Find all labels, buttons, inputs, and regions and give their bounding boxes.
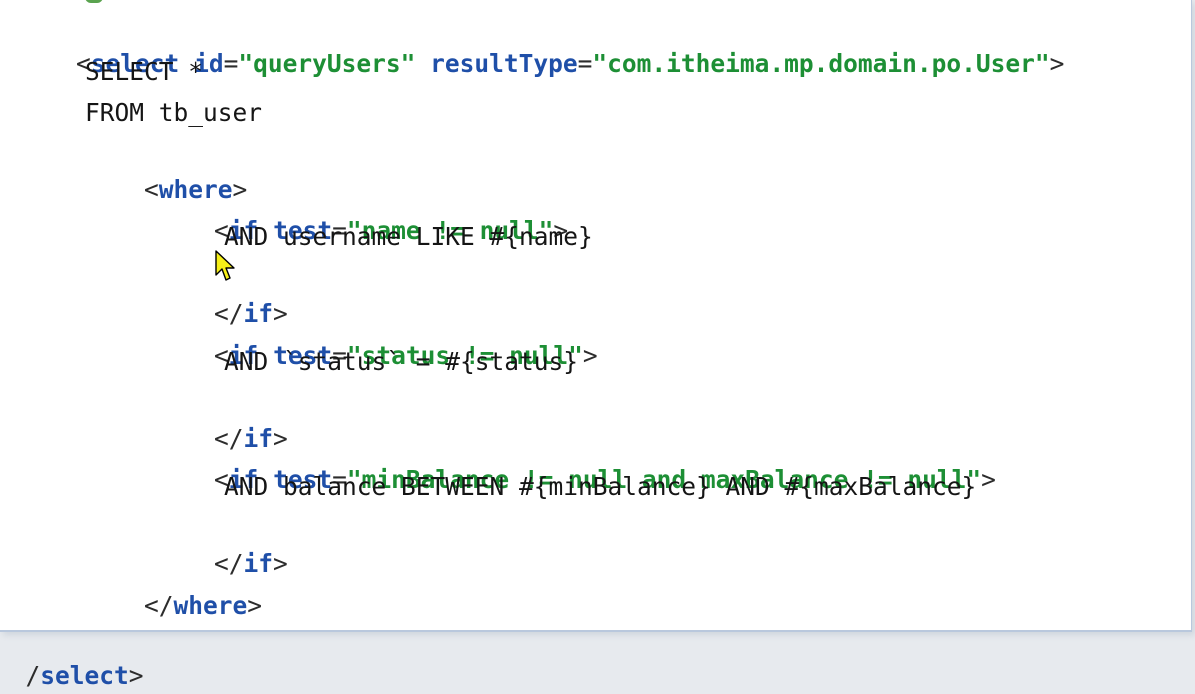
status-condition-line[interactable]: AND `status` = #{status}: [224, 344, 578, 380]
where-close-line[interactable]: </where>: [85, 552, 262, 620]
if-balance-close-line[interactable]: </if>: [155, 510, 288, 578]
tag-close-bracket: >: [273, 549, 288, 578]
tag-close-bracket: >: [582, 341, 598, 370]
equals-sign: =: [223, 49, 239, 78]
select-open-line[interactable]: <select id="queryUsers" resultType="com.…: [17, 10, 1064, 78]
result-type-attribute-value: "com.itheima.mp.domain.po.User": [592, 49, 1050, 78]
tag-close-bracket: >: [981, 465, 996, 494]
equals-sign: =: [577, 49, 593, 78]
balance-condition-line[interactable]: AND balance BETWEEN #{minBalance} AND #{…: [224, 469, 976, 505]
background-select-close-line: /select>: [0, 622, 144, 690]
tag-close-bracket: >: [1049, 49, 1065, 78]
if-status-close-line[interactable]: </if>: [155, 385, 288, 453]
where-open-line[interactable]: <where>: [85, 136, 247, 204]
code-editor-panel[interactable]: <select id="queryUsers" resultType="com.…: [0, 0, 1192, 632]
select-tag-name: select: [40, 661, 129, 690]
tag-close-bracket: >: [247, 591, 263, 620]
username-condition-line[interactable]: AND username LIKE #{name}: [224, 219, 593, 255]
if-status-open-line[interactable]: <if test="status != null">: [155, 302, 598, 370]
id-attribute-value: "queryUsers": [238, 49, 416, 78]
if-balance-open-line[interactable]: <if test="minBalance != null and maxBala…: [155, 426, 996, 494]
top-gutter-mark: [85, 0, 103, 3]
result-type-attribute-name: resultType: [430, 49, 578, 78]
if-name-close-line[interactable]: </if>: [155, 260, 288, 328]
tag-close-bracket: >: [128, 661, 144, 690]
if-name-open-line[interactable]: <if test="name != null">: [155, 177, 568, 245]
select-sql-line[interactable]: SELECT *: [85, 54, 203, 90]
from-sql-line[interactable]: FROM tb_user: [85, 95, 262, 131]
clipped-slash: /: [25, 661, 41, 690]
